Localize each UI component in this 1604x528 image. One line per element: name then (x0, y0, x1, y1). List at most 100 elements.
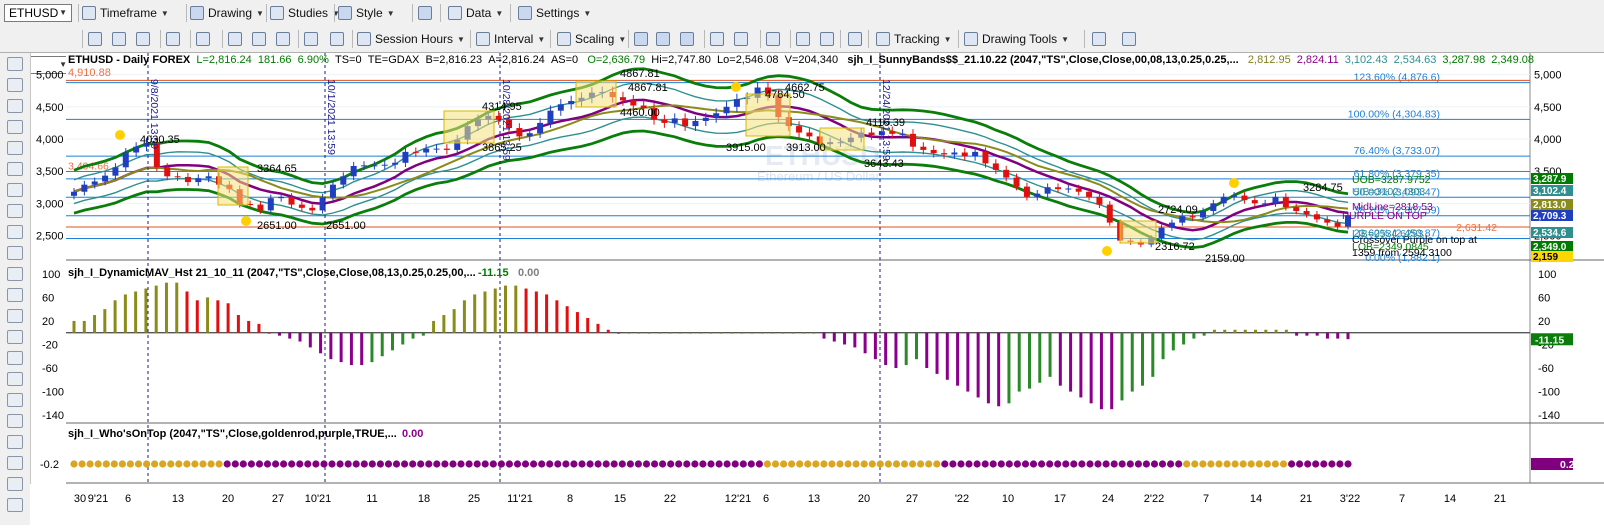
on-top-dot (723, 460, 731, 468)
zoom-icon[interactable] (166, 32, 180, 46)
candle-body (433, 148, 440, 150)
histogram-bar (216, 300, 220, 333)
on-top-dot (94, 460, 102, 468)
chart-area[interactable]: ETHUSDEthereum / US Dollar2,5002,5003,00… (30, 53, 1604, 528)
bookmark-icon[interactable] (136, 32, 150, 46)
y-tick-label: 20 (42, 316, 54, 328)
pitchfork-icon[interactable] (7, 183, 23, 197)
pattern-icon[interactable] (7, 267, 23, 281)
data-menu[interactable]: Data ▼ (448, 4, 503, 22)
crosshair-icon[interactable] (7, 78, 23, 92)
candle-body (412, 151, 419, 153)
tracking-menu[interactable]: Tracking ▼ (876, 30, 952, 48)
refresh-icon[interactable] (88, 32, 102, 46)
table-icon[interactable] (330, 32, 344, 46)
curve-icon[interactable] (7, 435, 23, 449)
histogram-bar (719, 332, 723, 334)
price-annotation: 4030.35 (140, 134, 180, 146)
style-menu[interactable]: Style ▼ (338, 4, 395, 22)
chevron-down-icon[interactable]: ▼ (59, 8, 67, 17)
ruler-icon[interactable] (7, 393, 23, 407)
candle-body (278, 196, 285, 199)
on-top-dot (433, 460, 441, 468)
pointer-icon[interactable] (7, 57, 23, 71)
x-tick-label: 20 (222, 493, 234, 505)
link-icon[interactable] (228, 32, 242, 46)
timeframe-menu[interactable]: Timeframe ▼ (82, 4, 169, 22)
symbol-box[interactable]: ETHUSD ▼ (4, 4, 72, 22)
grid-toggle-icon[interactable] (848, 32, 862, 46)
band-label: LOB=2349.0845 (1352, 241, 1429, 253)
on-top-dot (449, 460, 457, 468)
wave-icon[interactable] (1122, 32, 1136, 46)
fib-icon[interactable] (7, 204, 23, 218)
candle-body (91, 181, 98, 185)
histogram-bar (380, 332, 384, 357)
arrows-icon[interactable] (7, 141, 23, 155)
grid-icon[interactable] (276, 32, 290, 46)
menu-label: Tracking (894, 32, 940, 46)
on-top-dot (933, 460, 941, 468)
trend-icon[interactable] (1092, 32, 1106, 46)
spread-icon[interactable] (710, 32, 724, 46)
histogram-bar (452, 309, 456, 333)
session-hours-menu[interactable]: Session Hours ▼ (357, 30, 465, 48)
studies-menu[interactable]: Studies ▼ (270, 4, 340, 22)
cycles-icon[interactable] (7, 246, 23, 260)
candle-icon[interactable] (656, 32, 670, 46)
down-icon[interactable] (7, 456, 23, 470)
zoom-in-icon[interactable] (796, 32, 810, 46)
target-icon[interactable] (196, 32, 210, 46)
scaling-menu[interactable]: Scaling ▼ (557, 30, 626, 48)
histogram-bar (545, 294, 549, 333)
candle-body (381, 164, 388, 166)
open-value: O=2,636.79 (587, 54, 646, 66)
interval-menu[interactable]: Interval ▼ (476, 30, 545, 48)
circle-icon[interactable] (7, 498, 23, 512)
drawing-menu[interactable]: Drawing ▼ (190, 4, 264, 22)
price-annotation: 3643.43 (864, 158, 904, 170)
y-tick-label: -100 (1538, 387, 1560, 399)
zoom-out-icon[interactable] (820, 32, 834, 46)
menu-label: Scaling (575, 32, 615, 46)
on-top-dot (1021, 460, 1030, 468)
bars-icon[interactable] (7, 288, 23, 302)
toolbar-separator (298, 30, 299, 48)
clock-icon (82, 6, 96, 20)
channel-icon[interactable] (7, 162, 23, 176)
hand-icon[interactable] (7, 414, 23, 428)
up-icon[interactable] (7, 477, 23, 491)
line-icon[interactable] (7, 120, 23, 134)
chart-svg[interactable]: ETHUSDEthereum / US Dollar2,5002,5003,00… (30, 53, 1604, 525)
price-header: ETHUSD - Daily FOREX L=2,816.24 181.66 6… (68, 54, 1540, 66)
chart-icon[interactable] (252, 32, 266, 46)
spiral-icon[interactable] (7, 351, 23, 365)
y-tick-label: 4,500 (1534, 102, 1562, 114)
reload-icon[interactable] (112, 32, 126, 46)
pen-icon[interactable] (7, 99, 23, 113)
candle-body (1065, 188, 1072, 190)
settings-menu[interactable]: Settings ▼ (518, 4, 591, 22)
pane-icon[interactable] (766, 32, 780, 46)
band-label: LIB=2534.6293 (1352, 228, 1424, 240)
stack-icon[interactable] (734, 32, 748, 46)
menu-label: Timeframe (100, 6, 157, 20)
properties-icon[interactable] (304, 32, 318, 46)
candle-hollow-icon[interactable] (680, 32, 694, 46)
histogram-bar (1274, 329, 1278, 333)
histogram-bar (1171, 332, 1175, 351)
histogram-bar (791, 332, 795, 334)
on-top-dot (917, 460, 925, 468)
drawing-tools-menu[interactable]: Drawing Tools ▼ (964, 30, 1069, 48)
menu-label: Session Hours (375, 32, 454, 46)
candle-body (298, 204, 305, 208)
hline-icon[interactable] (7, 309, 23, 323)
price-annotation: 2159.00 (1205, 253, 1245, 265)
histogram-bar (411, 332, 415, 339)
layout-icon[interactable] (418, 4, 432, 22)
gann-icon[interactable] (7, 225, 23, 239)
lines-icon[interactable] (7, 330, 23, 344)
arrow-icon[interactable] (7, 372, 23, 386)
bar-chart-icon[interactable] (634, 32, 648, 46)
y-tick-label: 5,000 (1534, 70, 1562, 82)
